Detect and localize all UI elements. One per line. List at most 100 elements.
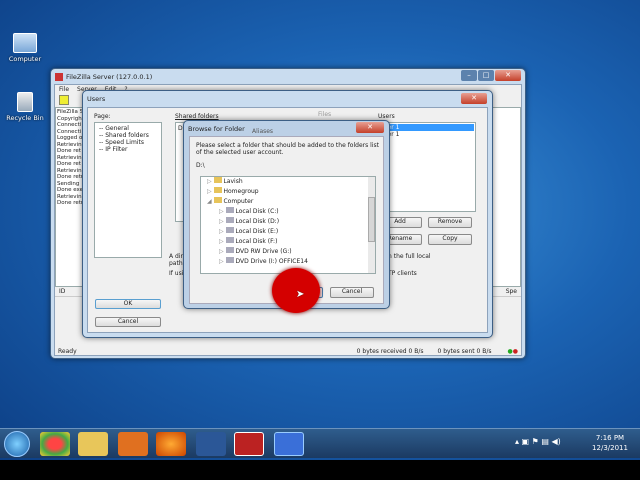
folder-icon — [225, 217, 234, 223]
tree-item[interactable]: ◢ Computer — [207, 197, 375, 207]
page-speed-limits[interactable]: -- Speed Limits — [99, 139, 157, 146]
expand-arrow-icon[interactable]: ▷ — [219, 238, 224, 245]
info-text: path — [169, 260, 183, 267]
folder-icon — [213, 187, 222, 193]
chrome-taskbar-icon[interactable] — [40, 432, 70, 456]
tree-item-label: Computer — [223, 198, 254, 205]
user-item[interactable]: User 1 — [380, 131, 474, 138]
page-tree: -- General -- Shared folders -- Speed Li… — [94, 122, 162, 258]
computer-icon — [13, 33, 37, 53]
tree-item[interactable]: ▷ Local Disk (E:) — [207, 227, 375, 237]
folder-icon — [225, 227, 234, 233]
tree-item-label: Local Disk (D:) — [235, 218, 280, 225]
expand-arrow-icon[interactable]: ▷ — [219, 258, 224, 265]
expand-arrow-icon[interactable]: ▷ — [207, 188, 212, 195]
folder-icon — [225, 257, 234, 263]
firefox-taskbar-icon[interactable] — [156, 432, 186, 456]
folder-tree[interactable]: ▷ Lavish ▷ Homegroup ◢ Computer ▷ Local Dis… — [200, 176, 376, 274]
scrollbar-thumb[interactable] — [368, 197, 375, 242]
tree-scrollbar[interactable] — [368, 177, 375, 273]
page-general[interactable]: -- General — [99, 125, 157, 132]
tree-item[interactable]: ▷ Local Disk (C:) — [207, 207, 375, 217]
users-list[interactable]: User 1 User 1 — [378, 122, 476, 212]
maximize-button[interactable]: □ — [478, 70, 494, 81]
page-label: Shared folders — [105, 132, 149, 139]
column-id[interactable]: ID — [59, 288, 65, 295]
tree-item[interactable]: ▷ Lavish — [207, 177, 375, 187]
close-button[interactable]: ✕ — [495, 70, 521, 81]
tree-item[interactable]: ▷ DVD Drive (I:) OFFICE14 — [207, 257, 375, 267]
remove-user-button[interactable]: Remove — [428, 217, 472, 228]
tree-item-label: Local Disk (C:) — [235, 208, 279, 215]
tree-item[interactable]: ▷ DVD RW Drive (G:) — [207, 247, 375, 257]
tree-item-label: DVD Drive (I:) OFFICE14 — [235, 258, 308, 265]
desktop-icon-recycle-bin[interactable]: Recycle Bin — [0, 92, 50, 122]
folder-icon — [213, 197, 222, 203]
ok-button[interactable]: OK — [95, 299, 161, 309]
icon-label: Recycle Bin — [6, 114, 44, 122]
connect-icon[interactable] — [59, 95, 69, 105]
user-item-selected[interactable]: User 1 — [380, 124, 474, 131]
tree-item[interactable]: ▷ Local Disk (D:) — [207, 217, 375, 227]
aliases-column[interactable]: Aliases — [252, 128, 273, 135]
cancel-button[interactable]: Cancel — [330, 287, 374, 298]
media-player-taskbar-icon[interactable] — [118, 432, 148, 456]
expand-arrow-icon[interactable]: ▷ — [219, 208, 224, 215]
page-ip-filter[interactable]: -- IP Filter — [99, 146, 157, 153]
tree-item-label: Local Disk (E:) — [235, 228, 279, 235]
tray-icons[interactable]: ▴ ▣ ⚑ ▤ ◀) — [515, 437, 561, 446]
folder-icon — [225, 207, 234, 213]
tree-item[interactable]: ▷ Local Disk (F:) — [207, 237, 375, 247]
title-bar: FileZilla Server (127.0.0.1) — [51, 69, 525, 84]
column-speed[interactable]: Spe — [506, 288, 517, 295]
dialog-message: Please select a folder that should be ad… — [196, 142, 379, 156]
explorer-taskbar-icon[interactable] — [78, 432, 108, 456]
bytes-received: 0 bytes received 0 B/s — [356, 348, 424, 355]
clock-time: 7:16 PM — [595, 434, 625, 442]
info-text: A dir — [169, 253, 183, 260]
folder-icon — [225, 237, 234, 243]
cancel-button[interactable]: Cancel — [95, 317, 161, 327]
close-button[interactable]: ✕ — [461, 93, 487, 104]
users-label: Users — [378, 113, 395, 120]
page-label: Speed Limits — [105, 139, 144, 146]
expand-arrow-icon[interactable]: ▷ — [219, 218, 224, 225]
page-label: Page: — [94, 113, 111, 120]
menu-file[interactable]: File — [59, 86, 69, 93]
close-button[interactable]: ✕ — [356, 122, 384, 133]
mouse-cursor-icon: ➤ — [296, 289, 305, 300]
word-taskbar-icon[interactable] — [196, 432, 226, 456]
folder-icon — [225, 247, 234, 253]
clock[interactable]: 7:16 PM 12/3/2011 — [588, 433, 632, 453]
copy-user-button[interactable]: Copy — [428, 234, 472, 245]
expand-arrow-icon[interactable]: ▷ — [207, 178, 212, 185]
minimize-button[interactable]: – — [461, 70, 477, 81]
status-led-icon: ● — [512, 348, 518, 355]
start-button[interactable] — [4, 431, 30, 457]
filezilla-icon — [55, 72, 63, 81]
tree-item[interactable]: ▷ Homegroup — [207, 187, 375, 197]
expand-arrow-icon[interactable]: ▷ — [219, 228, 224, 235]
filezilla-taskbar-icon[interactable] — [234, 432, 264, 456]
expand-arrow-icon[interactable]: ▷ — [219, 248, 224, 255]
page-shared-folders[interactable]: -- Shared folders — [99, 132, 157, 139]
expand-arrow-icon[interactable]: ◢ — [207, 198, 212, 205]
page-label: General — [105, 125, 129, 132]
shared-folders-label: Shared folders — [175, 113, 219, 120]
status-text: Ready — [58, 348, 77, 355]
tree-item-label: DVD RW Drive (G:) — [235, 248, 292, 255]
tree-item-label: Local Disk (F:) — [235, 238, 278, 245]
tree-item-label: Homegroup — [223, 188, 259, 195]
folder-icon — [213, 177, 222, 183]
window-title: FileZilla Server (127.0.0.1) — [66, 72, 153, 81]
status-bar: Ready 0 bytes received 0 B/s 0 bytes sen… — [55, 347, 521, 356]
recycle-bin-icon — [17, 92, 33, 112]
info-text: n the full local — [388, 253, 431, 260]
page-label: IP Filter — [105, 146, 128, 153]
files-label: Files — [318, 111, 332, 118]
icon-label: Computer — [8, 55, 42, 63]
desktop-icon-computer[interactable]: Computer — [0, 33, 50, 63]
filezilla-server-taskbar-icon[interactable] — [274, 432, 304, 456]
tree-item-label: Lavish — [223, 178, 243, 185]
taskbar: ▴ ▣ ⚑ ▤ ◀) 7:16 PM 12/3/2011 — [0, 428, 640, 458]
